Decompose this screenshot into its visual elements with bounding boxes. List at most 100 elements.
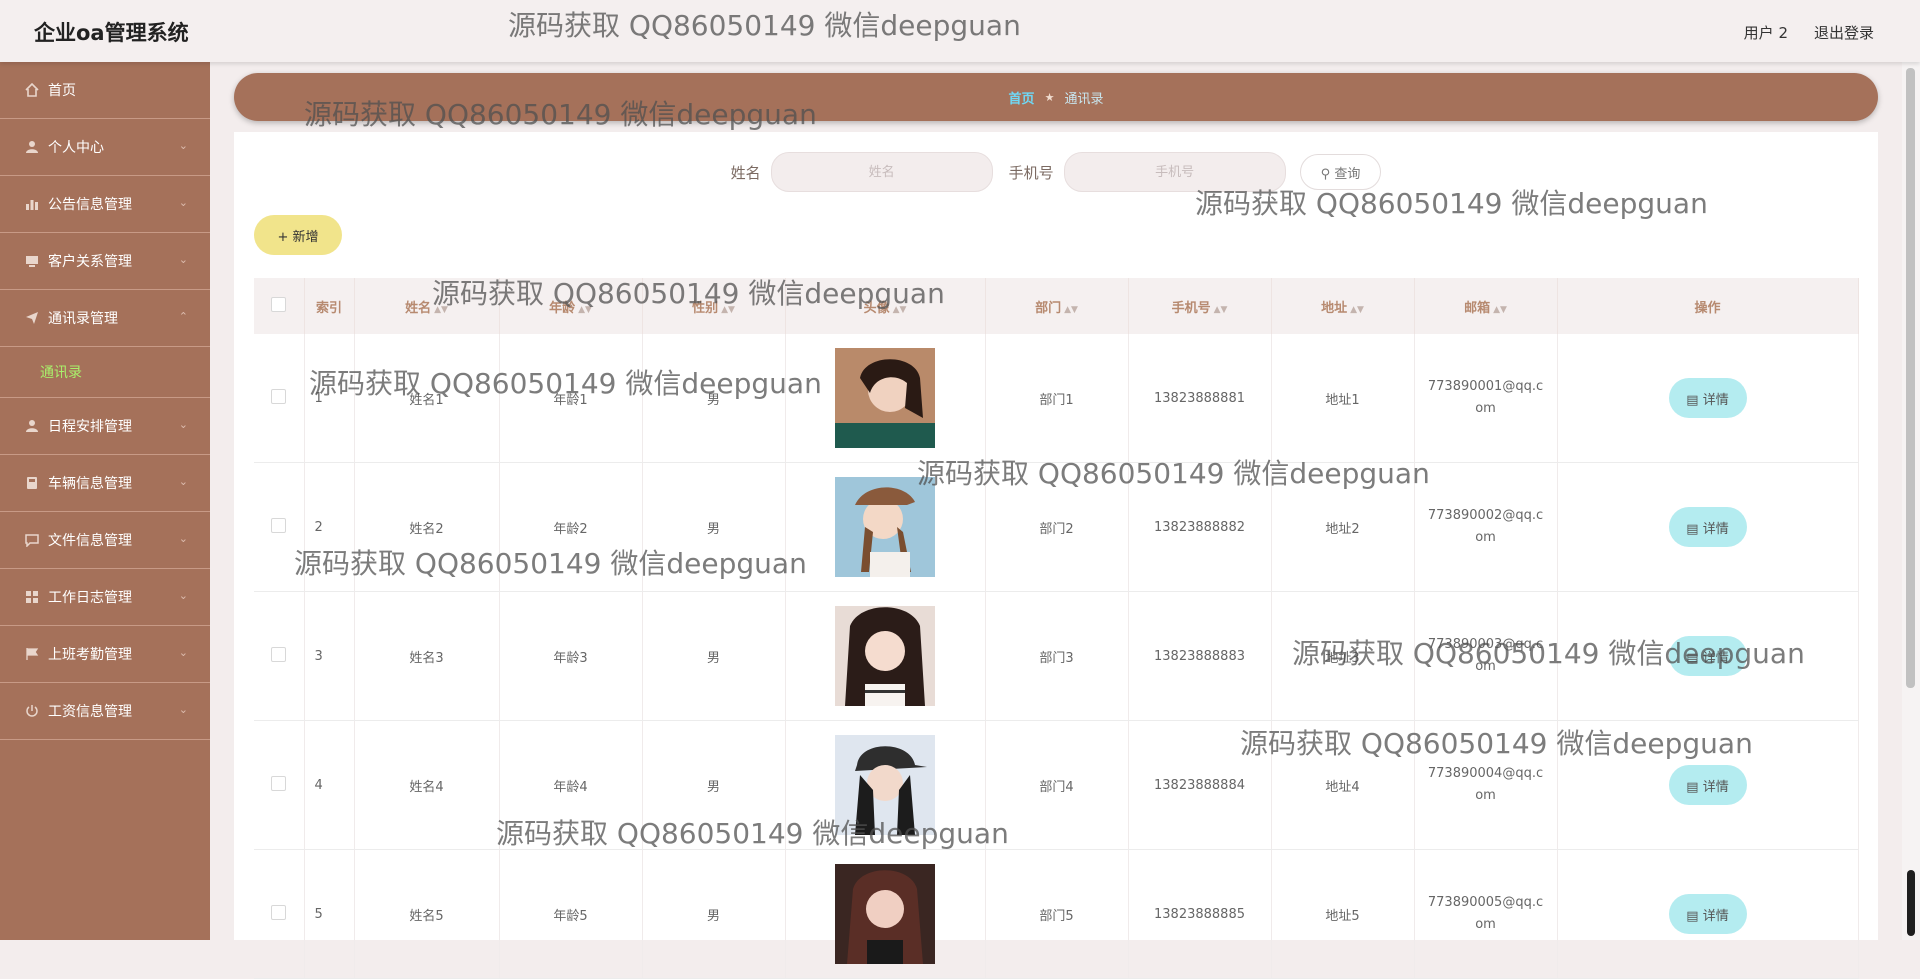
avatar	[835, 348, 935, 448]
sidebar-item-label: 个人中心	[48, 140, 104, 156]
breadcrumb: 首页 ★ 通讯录	[234, 73, 1878, 121]
add-button[interactable]: + 新增	[254, 215, 342, 255]
search-button[interactable]: ⚲ 查询	[1299, 154, 1382, 190]
detail-button[interactable]: ▤ 详情	[1668, 636, 1747, 676]
scrollbar-thumb-secondary[interactable]	[1907, 870, 1915, 936]
cell-email: 773890005@qq.com	[1414, 849, 1558, 979]
row-checkbox[interactable]	[271, 775, 287, 791]
table-row: 2 姓名2 年龄2 男 部门2 13823888882 地址2 77389000…	[254, 462, 1859, 592]
cell-avatar	[785, 334, 986, 463]
sort-icon[interactable]: ▲▼	[1493, 305, 1507, 315]
column-header-gender[interactable]: 性别 ▲▼	[642, 278, 786, 334]
column-header-avatar[interactable]: 头像 ▲▼	[785, 278, 986, 334]
document-icon: ▤	[1686, 779, 1699, 795]
column-header-age[interactable]: 年龄 ▲▼	[499, 278, 643, 334]
sort-icon[interactable]: ▲▼	[434, 305, 448, 315]
sidebar-item-files[interactable]: 文件信息管理 ⌄	[0, 512, 210, 569]
logout-link[interactable]: 退出登录	[1814, 22, 1874, 43]
cell-department: 部门2	[985, 462, 1129, 592]
sidebar-item-attendance[interactable]: 上班考勤管理 ⌄	[0, 626, 210, 683]
chevron-down-icon: ⌄	[178, 139, 188, 152]
row-select-cell	[254, 462, 305, 592]
table-header: 索引 姓名 ▲▼ 年龄 ▲▼ 性别 ▲▼ 头像 ▲▼ 部门 ▲▼ 手机号 ▲▼ 地址 ▲▼ 邮…	[254, 278, 1859, 334]
cell-index: 4	[304, 720, 355, 850]
detail-button[interactable]: ▤ 详情	[1668, 507, 1747, 547]
column-header-email[interactable]: 邮箱 ▲▼	[1414, 278, 1558, 334]
detail-button[interactable]: ▤ 详情	[1668, 765, 1747, 805]
phone-search-input[interactable]	[1063, 152, 1286, 192]
cell-age: 年龄3	[499, 591, 643, 721]
chevron-up-icon: ⌃	[178, 310, 188, 323]
sort-icon[interactable]: ▲▼	[1214, 305, 1228, 315]
cell-gender: 男	[642, 591, 786, 721]
cell-name: 姓名3	[354, 591, 500, 721]
cell-age: 年龄2	[499, 462, 643, 592]
breadcrumb-separator-icon: ★	[1044, 90, 1055, 104]
cell-actions: ▤ 详情	[1557, 462, 1859, 592]
sidebar-item-contacts-management[interactable]: 通讯录管理 ⌃	[0, 290, 210, 347]
cell-phone: 13823888885	[1128, 849, 1272, 979]
sidebar-item-customers[interactable]: 客户关系管理 ⌄	[0, 233, 210, 290]
sidebar-item-label: 车辆信息管理	[48, 476, 132, 492]
cell-name: 姓名4	[354, 720, 500, 850]
chevron-down-icon: ⌄	[178, 253, 188, 266]
cell-department: 部门1	[985, 334, 1129, 463]
column-header-phone[interactable]: 手机号 ▲▼	[1128, 278, 1272, 334]
cell-department: 部门4	[985, 720, 1129, 850]
sort-icon[interactable]: ▲▼	[578, 305, 592, 315]
detail-button[interactable]: ▤ 详情	[1668, 894, 1747, 934]
row-checkbox[interactable]	[271, 388, 287, 404]
page-scrollbar[interactable]	[1902, 62, 1920, 940]
search-icon: ⚲	[1320, 166, 1331, 182]
sidebar-item-home[interactable]: 首页	[0, 62, 210, 119]
phone-label: 手机号	[1008, 163, 1054, 182]
sidebar-item-announcements[interactable]: 公告信息管理 ⌄	[0, 176, 210, 233]
sidebar-item-label: 客户关系管理	[48, 254, 132, 270]
sort-icon[interactable]: ▲▼	[1064, 305, 1078, 315]
sidebar-item-personal-center[interactable]: 个人中心 ⌄	[0, 119, 210, 176]
cell-actions: ▤ 详情	[1557, 849, 1859, 979]
column-header-index: 索引	[304, 278, 355, 334]
cell-index: 3	[304, 591, 355, 721]
cell-actions: ▤ 详情	[1557, 720, 1859, 850]
cell-name: 姓名2	[354, 462, 500, 592]
detail-button[interactable]: ▤ 详情	[1668, 378, 1747, 418]
chevron-down-icon: ⌄	[178, 646, 188, 659]
sidebar-item-work-logs[interactable]: 工作日志管理 ⌄	[0, 569, 210, 626]
name-search-input[interactable]	[770, 152, 993, 192]
table-row: 1 姓名1 年龄1 男 部门1 13823888881 地址1 77389000…	[254, 334, 1859, 463]
sidebar-item-schedule[interactable]: 日程安排管理 ⌄	[0, 398, 210, 455]
header-user-area: 用户 2 退出登录	[1744, 22, 1874, 43]
cell-address: 地址4	[1271, 720, 1415, 850]
sort-icon[interactable]: ▲▼	[721, 305, 735, 315]
column-header-name[interactable]: 姓名 ▲▼	[354, 278, 500, 334]
column-header-address[interactable]: 地址 ▲▼	[1271, 278, 1415, 334]
select-all-checkbox[interactable]	[271, 296, 287, 312]
chevron-down-icon: ⌄	[178, 703, 188, 716]
row-checkbox[interactable]	[271, 517, 287, 533]
sort-icon[interactable]: ▲▼	[1350, 305, 1364, 315]
cell-phone: 13823888884	[1128, 720, 1272, 850]
select-all-cell	[254, 278, 305, 334]
cell-gender: 男	[642, 462, 786, 592]
sort-icon[interactable]: ▲▼	[893, 305, 907, 315]
cell-address: 地址2	[1271, 462, 1415, 592]
current-user[interactable]: 用户 2	[1744, 22, 1788, 43]
sidebar-item-vehicles[interactable]: 车辆信息管理 ⌄	[0, 455, 210, 512]
row-checkbox[interactable]	[271, 646, 287, 662]
cell-actions: ▤ 详情	[1557, 591, 1859, 721]
avatar	[835, 735, 935, 835]
cell-address: 地址5	[1271, 849, 1415, 979]
row-select-cell	[254, 591, 305, 721]
breadcrumb-home[interactable]: 首页	[1009, 88, 1035, 107]
row-checkbox[interactable]	[271, 904, 287, 920]
sidebar-item-label: 上班考勤管理	[48, 647, 132, 663]
sidebar-subitem-contacts[interactable]: 通讯录	[0, 347, 210, 398]
app-title: 企业oa管理系统	[34, 21, 189, 45]
sidebar-item-salary[interactable]: 工资信息管理 ⌄	[0, 683, 210, 740]
cell-index: 5	[304, 849, 355, 979]
document-icon: ▤	[1686, 908, 1699, 924]
column-header-department[interactable]: 部门 ▲▼	[985, 278, 1129, 334]
scrollbar-thumb[interactable]	[1906, 68, 1915, 688]
add-button-label: 新增	[292, 229, 319, 245]
